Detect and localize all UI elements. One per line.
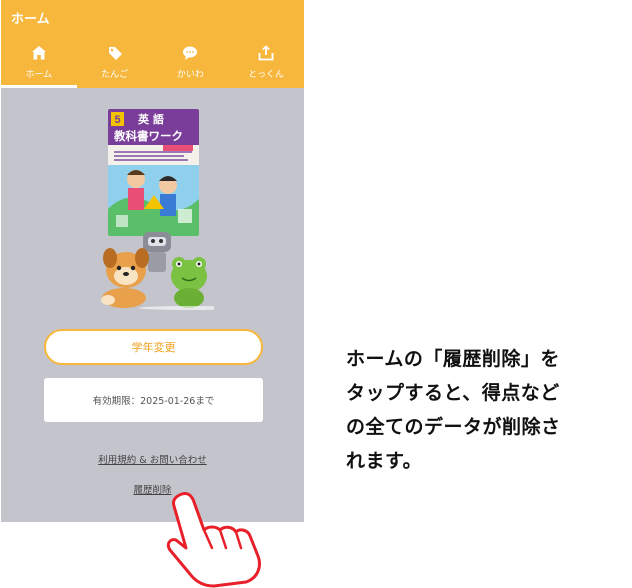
caption-line: の全てのデータが削除さ (346, 416, 561, 438)
book-title-line1: 英 語 (137, 112, 164, 126)
tab-label: かいわ (176, 70, 204, 80)
chat-bubble-icon (183, 46, 198, 60)
phone-screen: ホーム ホーム たんご かいわ とっくん 5 英 語 教科書ワーク 学年変更 有… (1, 0, 304, 522)
caption-line: ホームの「履歴削除」を (346, 348, 560, 370)
tab-home[interactable]: ホーム (1, 36, 77, 88)
tab-words[interactable]: たんご (77, 36, 153, 88)
tab-conversation[interactable]: かいわ (153, 36, 229, 88)
tab-bar: ホーム たんご かいわ とっくん (1, 36, 304, 88)
book-title-line2: 教科書ワーク (113, 129, 183, 143)
terms-contact-link[interactable]: 利用規約 & お問い合わせ (1, 452, 304, 466)
app-header: ホーム ホーム たんご かいわ とっくん (1, 0, 304, 88)
tag-icon (108, 47, 122, 60)
expiry-date-text: 有効期限：2025-01-26まで (92, 396, 215, 407)
book-grade: 5 (114, 114, 120, 126)
tab-label: とっくん (248, 70, 284, 80)
home-icon (31, 46, 46, 60)
textbook-cover-image: 5 英 語 教科書ワーク (108, 109, 199, 236)
caption-line: タップすると、得点など (346, 382, 560, 404)
tab-training[interactable]: とっくん (228, 36, 304, 88)
pointing-hand-icon (166, 492, 261, 588)
expiry-date-panel: 有効期限：2025-01-26まで (44, 378, 263, 422)
caption-line: れます。 (346, 450, 423, 472)
tab-label: たんご (101, 70, 129, 80)
tray-upload-icon (258, 45, 274, 61)
instruction-caption: ホームの「履歴削除」を タップすると、得点など の全てのデータが削除さ れます。 (346, 342, 632, 478)
mascot-characters-image (101, 232, 214, 310)
change-grade-button[interactable]: 学年変更 (44, 329, 263, 365)
tab-label: ホーム (25, 70, 53, 80)
page-title: ホーム (11, 12, 50, 27)
